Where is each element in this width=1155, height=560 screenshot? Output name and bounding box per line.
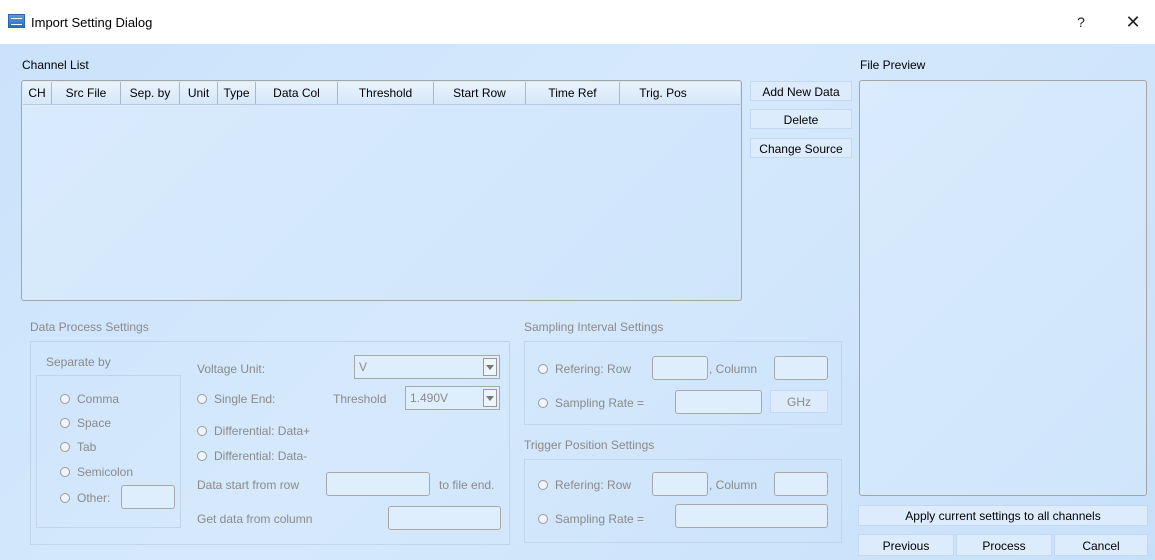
- separator-other-radio[interactable]: Other:: [60, 491, 110, 505]
- radio-icon: [538, 364, 548, 374]
- trigger-refering-row-radio[interactable]: Refering: Row: [538, 478, 631, 492]
- app-icon: [8, 14, 25, 28]
- chevron-down-icon: [483, 389, 497, 407]
- close-button[interactable]: ✕: [1120, 10, 1146, 34]
- differential-minus-label: Differential: Data-: [214, 449, 308, 463]
- file-preview-label: File Preview: [860, 58, 926, 72]
- separator-comma-label: Comma: [77, 392, 120, 406]
- title-bar: Import Setting Dialog ? ✕: [0, 0, 1155, 44]
- sampling-column-label: , Column: [709, 362, 758, 376]
- sampling-rate-input[interactable]: [675, 390, 762, 414]
- apply-all-channels-button[interactable]: Apply current settings to all channels: [858, 505, 1148, 526]
- threshold-label: Threshold: [333, 392, 387, 406]
- single-end-radio[interactable]: Single End:: [197, 392, 275, 406]
- channel-list-label: Channel List: [22, 58, 89, 72]
- separator-tab-radio[interactable]: Tab: [60, 440, 96, 454]
- change-source-button[interactable]: Change Source: [750, 138, 852, 158]
- voltage-unit-value: V: [359, 360, 368, 374]
- voltage-unit-label: Voltage Unit:: [197, 362, 266, 376]
- radio-icon: [60, 442, 70, 452]
- threshold-select[interactable]: 1.490V: [405, 386, 500, 410]
- sampling-column-input[interactable]: [774, 356, 828, 380]
- threshold-value: 1.490V: [410, 391, 449, 405]
- voltage-unit-select[interactable]: V: [354, 355, 500, 379]
- add-new-data-button[interactable]: Add New Data: [750, 81, 852, 101]
- sampling-rate-radio[interactable]: Sampling Rate =: [538, 396, 644, 410]
- separator-semicolon-label: Semicolon: [77, 465, 134, 479]
- trigger-refering-row-label: Refering: Row: [555, 478, 632, 492]
- radio-icon: [197, 394, 207, 404]
- col-ch[interactable]: CH: [23, 82, 52, 104]
- col-unit[interactable]: Unit: [180, 82, 218, 104]
- col-trig-pos[interactable]: Trig. Pos: [620, 82, 706, 104]
- file-preview-pane[interactable]: [859, 80, 1147, 496]
- start-row-input[interactable]: [326, 472, 430, 496]
- radio-icon: [60, 493, 70, 503]
- trigger-sampling-rate-input[interactable]: [675, 504, 828, 528]
- trigger-position-title: Trigger Position Settings: [524, 438, 655, 452]
- trigger-row-input[interactable]: [652, 472, 708, 496]
- separator-other-label: Other:: [77, 491, 111, 505]
- radio-icon: [60, 394, 70, 404]
- radio-icon: [197, 426, 207, 436]
- sampling-rate-unit: GHz: [770, 390, 828, 413]
- import-setting-dialog: Import Setting Dialog ? ✕ Channel List C…: [0, 0, 1155, 560]
- separator-semicolon-radio[interactable]: Semicolon: [60, 465, 133, 479]
- delete-button[interactable]: Delete: [750, 109, 852, 129]
- chevron-down-icon: [483, 358, 497, 376]
- start-row-label: Data start from row: [197, 478, 300, 492]
- trigger-column-label: , Column: [709, 478, 758, 492]
- radio-icon: [60, 467, 70, 477]
- get-column-label: Get data from column: [197, 512, 313, 526]
- previous-button[interactable]: Previous: [858, 534, 954, 556]
- separator-space-radio[interactable]: Space: [60, 416, 111, 430]
- sampling-refering-row-label: Refering: Row: [555, 362, 632, 376]
- trigger-sampling-rate-radio[interactable]: Sampling Rate =: [538, 512, 644, 526]
- sampling-rate-label: Sampling Rate =: [555, 396, 645, 410]
- window-title: Import Setting Dialog: [31, 15, 153, 30]
- radio-icon: [197, 451, 207, 461]
- cancel-button[interactable]: Cancel: [1054, 534, 1148, 556]
- separator-space-label: Space: [77, 416, 112, 430]
- col-start-row[interactable]: Start Row: [434, 82, 526, 104]
- col-data-col[interactable]: Data Col: [256, 82, 338, 104]
- col-sep-by[interactable]: Sep. by: [121, 82, 180, 104]
- radio-icon: [538, 514, 548, 524]
- trigger-sampling-rate-label: Sampling Rate =: [555, 512, 645, 526]
- col-src-file[interactable]: Src File: [52, 82, 121, 104]
- sampling-interval-title: Sampling Interval Settings: [524, 320, 664, 334]
- radio-icon: [538, 480, 548, 490]
- sampling-refering-row-radio[interactable]: Refering: Row: [538, 362, 631, 376]
- separate-by-label: Separate by: [46, 355, 111, 369]
- col-type[interactable]: Type: [218, 82, 256, 104]
- to-file-end-label: to file end.: [439, 478, 495, 492]
- separator-comma-radio[interactable]: Comma: [60, 392, 119, 406]
- sampling-row-input[interactable]: [652, 356, 708, 380]
- help-button[interactable]: ?: [1068, 10, 1094, 34]
- trigger-column-input[interactable]: [774, 472, 828, 496]
- channel-list-table[interactable]: CH Src File Sep. by Unit Type Data Col T…: [21, 80, 742, 301]
- col-time-ref[interactable]: Time Ref: [526, 82, 620, 104]
- other-separator-input[interactable]: [121, 485, 175, 509]
- process-button[interactable]: Process: [956, 534, 1052, 556]
- data-process-settings-title: Data Process Settings: [30, 320, 149, 334]
- separator-tab-label: Tab: [77, 440, 97, 454]
- differential-minus-radio[interactable]: Differential: Data-: [197, 449, 307, 463]
- radio-icon: [60, 418, 70, 428]
- single-end-label: Single End:: [214, 392, 276, 406]
- radio-icon: [538, 398, 548, 408]
- channel-list-header: CH Src File Sep. by Unit Type Data Col T…: [23, 82, 740, 105]
- differential-plus-label: Differential: Data+: [214, 424, 311, 438]
- differential-plus-radio[interactable]: Differential: Data+: [197, 424, 310, 438]
- col-threshold[interactable]: Threshold: [338, 82, 434, 104]
- data-column-input[interactable]: [388, 506, 501, 530]
